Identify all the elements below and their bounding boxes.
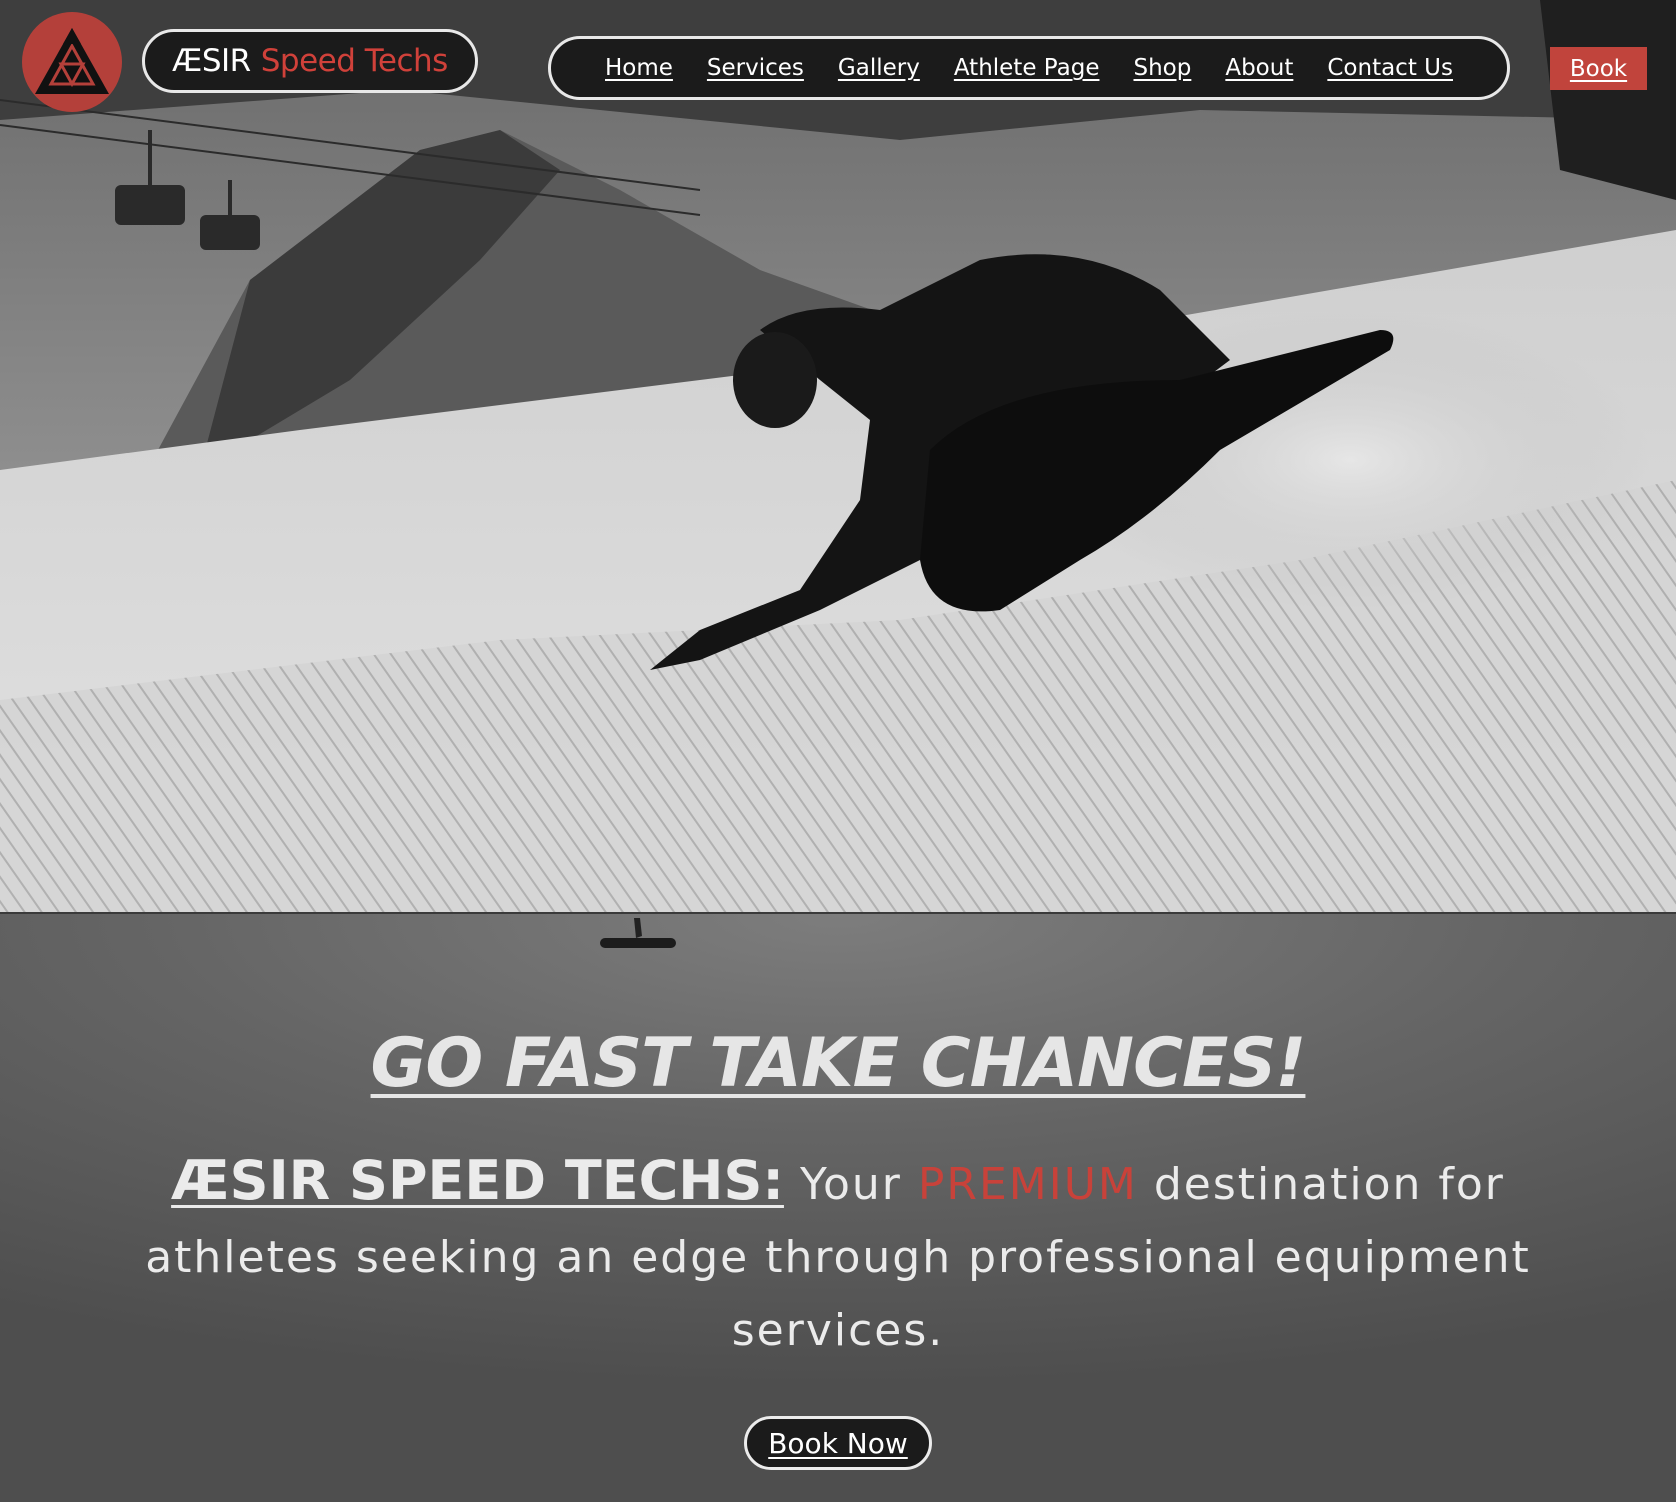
intro-section: GO FAST TAKE CHANCES! ÆSIR SPEED TECHS: …	[0, 912, 1676, 1502]
nav-contact-us[interactable]: Contact Us	[1327, 55, 1453, 81]
nav-home[interactable]: Home	[605, 55, 673, 81]
brand-name[interactable]: ÆSIR Speed Techs	[142, 29, 478, 93]
hero-image	[0, 0, 1676, 912]
nav-shop[interactable]: Shop	[1133, 55, 1191, 81]
snowboarder-silhouette-icon	[600, 918, 676, 948]
tagline-pre: Your	[783, 1159, 918, 1210]
logo-badge[interactable]	[22, 12, 122, 112]
nav-athlete-page[interactable]: Athlete Page	[954, 55, 1100, 81]
valknut-triangle-icon	[35, 28, 109, 94]
hero-snowboarder-photo	[0, 0, 1676, 912]
tagline-highlight: PREMIUM	[917, 1159, 1138, 1210]
tagline: ÆSIR SPEED TECHS: Your PREMIUM destinati…	[130, 1144, 1546, 1367]
brand-name-part2: Speed Techs	[260, 43, 449, 79]
page: ÆSIR Speed Techs Home Services Gallery A…	[0, 0, 1676, 1502]
book-now-button[interactable]: Book Now	[744, 1416, 932, 1470]
nav-about[interactable]: About	[1225, 55, 1293, 81]
nav-services[interactable]: Services	[707, 55, 804, 81]
main-nav: Home Services Gallery Athlete Page Shop …	[548, 36, 1510, 100]
nav-gallery[interactable]: Gallery	[838, 55, 920, 81]
brand-name-part1: ÆSIR	[172, 43, 251, 79]
book-button[interactable]: Book	[1550, 47, 1647, 90]
tagline-brand: ÆSIR SPEED TECHS:	[171, 1149, 784, 1212]
headline: GO FAST TAKE CHANCES!	[370, 1024, 1307, 1103]
